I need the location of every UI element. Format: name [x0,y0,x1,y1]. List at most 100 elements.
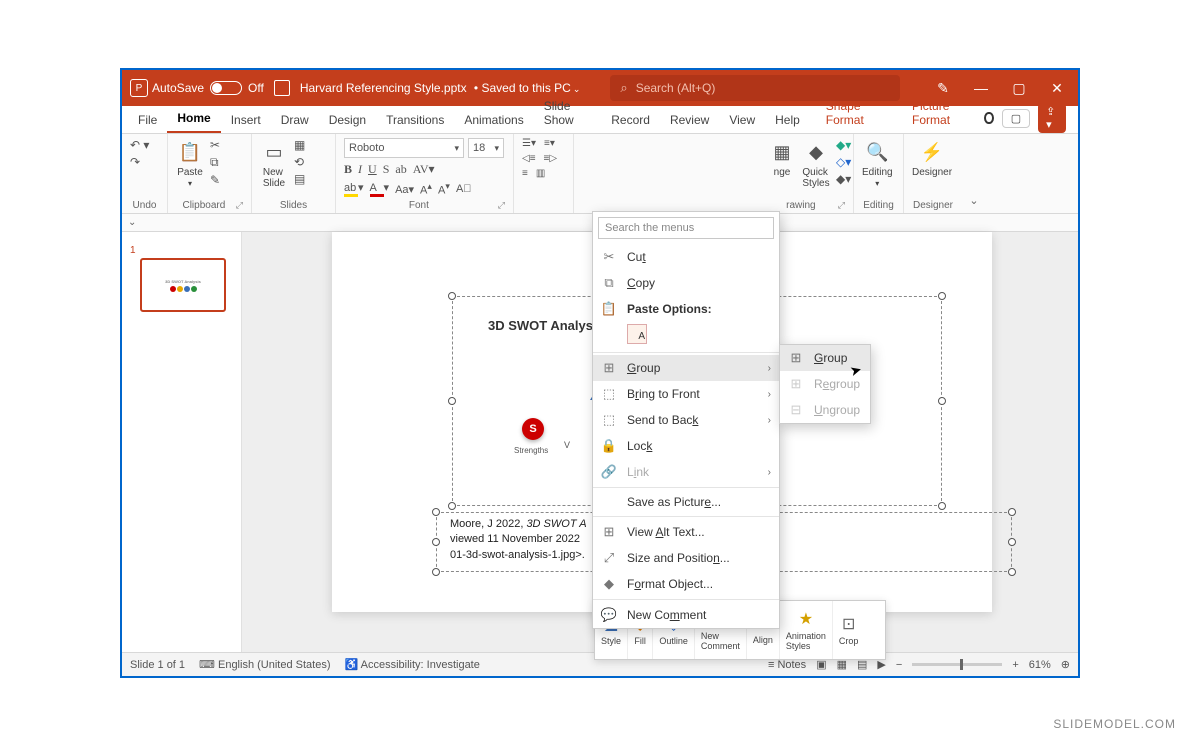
ribbon: ↶ ▾↷ Undo 📋Paste▾ ✂⧉✎ Clipboard⤢ ▭New Sl… [122,134,1078,214]
context-menu: Search the menus ✂Cut ⧉Copy 📋Paste Optio… [592,211,780,629]
tab-record[interactable]: Record [601,108,660,133]
indent-inc-button[interactable]: ≡▷ [544,153,558,164]
tab-file[interactable]: File [128,108,167,133]
format-painter-icon[interactable]: ✎ [210,173,220,187]
bring-front-icon: ⬚ [601,386,617,402]
copy-icon: ⧉ [601,275,617,291]
cm-view-alt[interactable]: ⊞View Alt Text... [593,519,779,545]
redo-icon[interactable]: ↷ [130,155,149,169]
tab-draw[interactable]: Draw [271,108,319,133]
zoom-out-button[interactable]: − [896,659,902,671]
cm-size-position[interactable]: ⤢Size and Position... [593,545,779,571]
comments-button[interactable]: ▢ [1002,109,1030,128]
qat-chevron-icon[interactable]: ⌄ [128,217,136,228]
minimize-button[interactable]: — [974,81,988,95]
tab-transitions[interactable]: Transitions [376,108,454,133]
cm-format-object[interactable]: ◆Format Object... [593,571,779,597]
pen-icon[interactable]: ✎ [936,81,950,95]
tab-picture-format[interactable]: Picture Format [902,94,984,133]
cm-copy[interactable]: ⧉Copy [593,270,779,296]
mt-crop[interactable]: ⊡Crop [833,601,865,659]
tab-help[interactable]: Help [765,108,810,133]
columns-button[interactable]: ▥ [536,168,545,179]
autosave-toggle[interactable]: AutoSave Off [152,81,264,95]
font-name-select[interactable]: Roboto▾ [344,138,464,158]
bold-button[interactable]: B [344,162,352,177]
zoom-level[interactable]: 61% [1029,659,1051,671]
clear-format-button[interactable]: A⃠ [456,183,472,195]
language-button[interactable]: ⌨ English (United States) [199,658,330,671]
shape-fill-icon[interactable]: ◆▾ [836,138,851,152]
send-back-icon: ⬚ [601,412,617,428]
shape-outline-icon[interactable]: ◇▾ [836,155,851,169]
shrink-font-button[interactable]: A▾ [438,181,450,197]
layout-icon[interactable]: ▦ [294,138,305,152]
tab-review[interactable]: Review [660,108,719,133]
tab-insert[interactable]: Insert [221,108,271,133]
bullets-button[interactable]: ☰▾ [522,138,536,149]
context-search[interactable]: Search the menus [598,217,774,239]
slide-thumbnail[interactable]: 3D SWOT Analysis [140,258,226,312]
italic-button[interactable]: I [358,162,362,177]
reset-icon[interactable]: ⟲ [294,155,305,169]
cm-paste-icons: A [593,322,779,350]
cm-new-comment[interactable]: 💬New Comment [593,602,779,628]
tab-slideshow[interactable]: Slide Show [534,94,602,133]
ribbon-collapse-icon[interactable]: ⌄ [969,194,978,207]
tab-animations[interactable]: Animations [454,108,533,133]
zoom-slider[interactable] [912,663,1002,666]
strike-button[interactable]: S [383,162,390,177]
cm-lock[interactable]: 🔒Lock [593,433,779,459]
accessibility-button[interactable]: ♿ Accessibility: Investigate [344,658,479,671]
cm-cut[interactable]: ✂Cut [593,244,779,270]
cm-send-back[interactable]: ⬚Send to Back› [593,407,779,433]
cm-group[interactable]: ⊞Group› [593,355,779,381]
editing-button[interactable]: 🔍Editing▾ [862,138,893,188]
paste-keep-text-icon[interactable]: A [627,324,647,344]
paste-button[interactable]: 📋Paste▾ [176,138,204,188]
save-status[interactable]: • Saved to this PC⌄ [471,81,581,95]
group-submenu: ⊞Group ⊞Regroup ⊟Ungroup [779,344,871,424]
tab-home[interactable]: Home [167,106,220,133]
autosave-label: AutoSave [152,81,204,95]
copy-icon[interactable]: ⧉ [210,155,220,170]
font-color-button[interactable]: A▾ [370,181,390,197]
quick-styles-button[interactable]: ◆Quick Styles [802,138,830,189]
mt-animation[interactable]: ★Animation Styles [780,601,833,659]
record-icon[interactable] [984,112,993,124]
change-case-button[interactable]: Aa▾ [395,183,414,196]
save-icon[interactable] [274,80,290,96]
notes-button[interactable]: ≡ Notes [768,659,806,671]
shadow-button[interactable]: ab [395,162,406,177]
cm-bring-front[interactable]: ⬚Bring to Front› [593,381,779,407]
section-icon[interactable]: ▤ [294,172,305,186]
undo-icon[interactable]: ↶ ▾ [130,138,149,152]
new-slide-button[interactable]: ▭New Slide [260,138,288,189]
tab-design[interactable]: Design [319,108,376,133]
arrange-button[interactable]: ▦nge [768,138,796,178]
fit-window-button[interactable]: ⊕ [1061,658,1070,671]
designer-button[interactable]: ⚡Designer [912,138,952,178]
cm-save-picture[interactable]: Save as Picture... [593,490,779,514]
tab-shape-format[interactable]: Shape Format [816,94,896,133]
underline-button[interactable]: U [368,162,377,177]
indent-dec-button[interactable]: ◁≡ [522,153,536,164]
cut-icon[interactable]: ✂ [210,138,220,152]
group-drawing-label: rawing [786,200,815,211]
align-button[interactable]: ≡ [522,168,528,179]
thumbnail-panel[interactable]: 1 3D SWOT Analysis [122,232,242,652]
shape-effects-icon[interactable]: ◆▾ [836,172,851,186]
zoom-in-button[interactable]: + [1012,659,1018,671]
spacing-button[interactable]: AV▾ [413,162,435,177]
numbering-button[interactable]: ≡▾ [544,138,555,149]
close-button[interactable]: ✕ [1050,81,1064,95]
tab-view[interactable]: View [719,108,765,133]
highlight-button[interactable]: ab▾ [344,181,364,197]
grow-font-button[interactable]: A▴ [420,181,432,197]
slide-counter[interactable]: Slide 1 of 1 [130,659,185,671]
cm-paste-options: 📋Paste Options: [593,296,779,322]
maximize-button[interactable]: ▢ [1012,81,1026,95]
share-button[interactable]: ⇪ ▾ [1038,103,1066,133]
picture-title: 3D SWOT Analysis [488,318,604,333]
font-size-select[interactable]: 18▾ [468,138,504,158]
